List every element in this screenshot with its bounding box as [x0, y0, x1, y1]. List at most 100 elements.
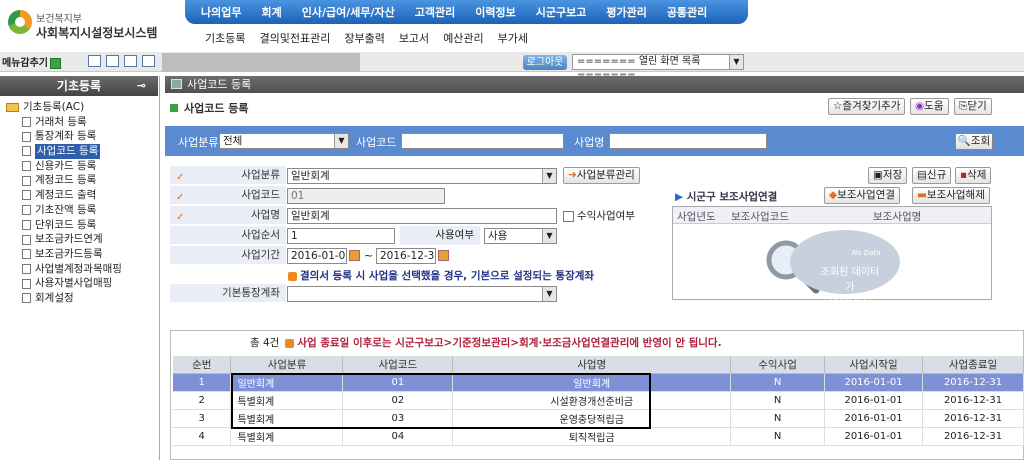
- use-select[interactable]: 사용 ▼: [484, 228, 557, 244]
- category-select[interactable]: 일반회계 ▼: [287, 168, 557, 184]
- topnav-item[interactable]: 인사/급여/세무/자산: [302, 4, 395, 20]
- subnav-item[interactable]: 보고서: [399, 30, 429, 46]
- sidebar-item-account-print[interactable]: 계정코드 출력: [6, 188, 156, 203]
- search-code-input[interactable]: [401, 133, 564, 149]
- help-icon: ◉: [915, 100, 925, 112]
- sidebar-item-account-mapping[interactable]: 사업별계정과목매핑: [6, 262, 156, 277]
- collapse-icon: [50, 57, 61, 69]
- no-data-message: 조회된 데이터가 없습니다.: [820, 263, 880, 308]
- sidebar-item-label: 계정코드 등록: [35, 174, 97, 187]
- document-icon: [22, 161, 31, 172]
- topnav-item[interactable]: 회계: [261, 4, 281, 20]
- open-screens-select[interactable]: ======= 열린 화면 목록 =======▼: [572, 54, 744, 81]
- end-date-input[interactable]: 2016-12-31: [376, 248, 436, 264]
- form-row-order: 사업순서 1 사용여부 사용 ▼: [170, 226, 664, 246]
- tree-root[interactable]: 기초등록(AC): [6, 100, 156, 115]
- sidebar-item-account-code[interactable]: 계정코드 등록: [6, 173, 156, 188]
- sidebar-item-user-mapping[interactable]: 사용자별사업매핑: [6, 276, 156, 291]
- sub-panel-title: ▶ 시군구 보조사업연결: [675, 189, 777, 204]
- highlight-box: [231, 373, 651, 429]
- search-code-label: 사업코드: [356, 136, 397, 149]
- pin-icon[interactable]: ⊸: [137, 76, 146, 96]
- sidebar-item-client[interactable]: 거래처 등록: [6, 115, 156, 130]
- logout-button[interactable]: 로그아웃: [523, 55, 567, 70]
- favorite-button[interactable]: ☆즐겨찾기추가: [828, 98, 906, 115]
- link-sub-business-button[interactable]: ◆보조사업연결: [824, 187, 901, 204]
- name-input[interactable]: 일반회계: [287, 208, 557, 224]
- subnav-item[interactable]: 결의및전표관리: [259, 30, 330, 46]
- window-icon: [171, 79, 182, 89]
- subnav-item[interactable]: 부가세: [498, 30, 528, 46]
- info-icon: [285, 338, 295, 348]
- sidebar-item-bank-account[interactable]: 통장계좌 등록: [6, 129, 156, 144]
- user-info-bar: [162, 53, 360, 72]
- account-select[interactable]: ▼: [287, 286, 557, 302]
- close-label: 닫기: [967, 100, 987, 112]
- search-name-input[interactable]: [609, 133, 767, 149]
- sidebar-item-subsidy-card-link[interactable]: 보조금카드연계: [6, 232, 156, 247]
- col-category[interactable]: 사업분류: [230, 356, 344, 374]
- search-button[interactable]: 🔍조회: [955, 133, 993, 150]
- topnav-item[interactable]: 나의업무: [201, 4, 241, 20]
- col-end[interactable]: 사업종료일: [922, 356, 1024, 374]
- link-icon: ◆: [829, 189, 838, 201]
- layout-rows-icon[interactable]: [106, 55, 119, 67]
- sidebar-item-accounting-settings[interactable]: 회계설정: [6, 291, 156, 306]
- account-note: 결의서 등록 시 사업을 선택했을 경우, 기본으로 설정되는 통장계좌: [288, 268, 594, 283]
- topnav-item[interactable]: 시군구보고: [536, 4, 587, 20]
- revenue-checkbox[interactable]: 수익사업여부: [563, 208, 635, 223]
- table-row[interactable]: 4 특별회계 04 퇴직적립금 N 2016-01-01 2016-12-31: [173, 427, 1024, 446]
- col-start[interactable]: 사업시작일: [824, 356, 923, 374]
- sidebar-item-credit-card[interactable]: 신용카드 등록: [6, 159, 156, 174]
- code-input[interactable]: 01: [287, 188, 445, 204]
- col-revenue[interactable]: 수익사업: [730, 356, 826, 374]
- menu-hide-button[interactable]: 메뉴감추기: [2, 54, 61, 69]
- cell-start: 2016-01-01: [824, 373, 923, 392]
- new-button[interactable]: ▤신규: [912, 167, 952, 184]
- window-icon[interactable]: [142, 55, 155, 67]
- category-manage-label: 사업분류관리: [576, 169, 635, 181]
- sidebar-item-subsidy-card-register[interactable]: 보조금카드등록: [6, 247, 156, 262]
- layout-icon[interactable]: [88, 55, 101, 67]
- grid-info: 총 4건 사업 종료일 이후로는 시군구보고>기준정보관리>회계·보조금사업연결관…: [176, 335, 722, 350]
- col-code[interactable]: 사업코드: [342, 356, 454, 374]
- col-name[interactable]: 사업명: [452, 356, 732, 374]
- cell-start: 2016-01-01: [824, 409, 923, 428]
- calendar-icon[interactable]: [438, 250, 449, 261]
- period-separator: ~: [364, 249, 374, 262]
- use-label: 사용여부: [400, 226, 480, 245]
- sidebar-item-business-code[interactable]: 사업코드 등록: [6, 144, 156, 159]
- topnav-item[interactable]: 고객관리: [415, 4, 455, 20]
- sidebar-item-label: 신용카드 등록: [35, 159, 97, 172]
- sidebar-item-opening-balance[interactable]: 기초잔액 등록: [6, 203, 156, 218]
- cell-end: 2016-12-31: [922, 409, 1024, 428]
- sidebar-item-unit-code[interactable]: 단위코드 등록: [6, 218, 156, 233]
- link-label: 보조사업연결: [837, 189, 896, 201]
- category-manage-button[interactable]: ➜사업분류관리: [563, 167, 640, 184]
- sidebar-item-label: 계정코드 출력: [35, 189, 97, 202]
- save-button[interactable]: ▣저장: [868, 167, 908, 184]
- save-label: 저장: [882, 169, 903, 181]
- close-button[interactable]: ⎘닫기: [954, 98, 992, 115]
- help-button[interactable]: ◉도움: [910, 98, 949, 115]
- menu-tree: 기초등록(AC) 거래처 등록 통장계좌 등록 사업코드 등록 신용카드 등록 …: [6, 100, 156, 306]
- start-date-input[interactable]: 2016-01-01: [287, 248, 347, 264]
- order-input[interactable]: 1: [287, 228, 395, 244]
- topnav-item[interactable]: 공통관리: [667, 4, 707, 20]
- calendar-icon[interactable]: [349, 250, 360, 261]
- unlink-sub-business-button[interactable]: ▬보조사업해제: [912, 187, 990, 204]
- subnav-item[interactable]: 장부출력: [344, 30, 384, 46]
- layout-split-icon[interactable]: [124, 55, 137, 67]
- col-no[interactable]: 순번: [173, 356, 232, 374]
- subnav-item[interactable]: 기초등록: [205, 30, 245, 46]
- document-icon: [22, 190, 31, 201]
- topnav-item[interactable]: 평가관리: [606, 4, 646, 20]
- topnav-item[interactable]: 이력정보: [475, 4, 515, 20]
- search-category-select[interactable]: 전체 ▼: [219, 133, 349, 149]
- delete-button[interactable]: ▪삭제: [955, 167, 992, 184]
- total-count: 총 4건: [250, 337, 280, 349]
- subnav-item[interactable]: 예산관리: [443, 30, 483, 46]
- app-name: 사회복지시설정보시스템: [36, 26, 158, 40]
- sub-business-header: 사업년도 보조사업코드 보조사업명: [673, 207, 991, 224]
- sidebar-item-label: 단위코드 등록: [35, 218, 97, 231]
